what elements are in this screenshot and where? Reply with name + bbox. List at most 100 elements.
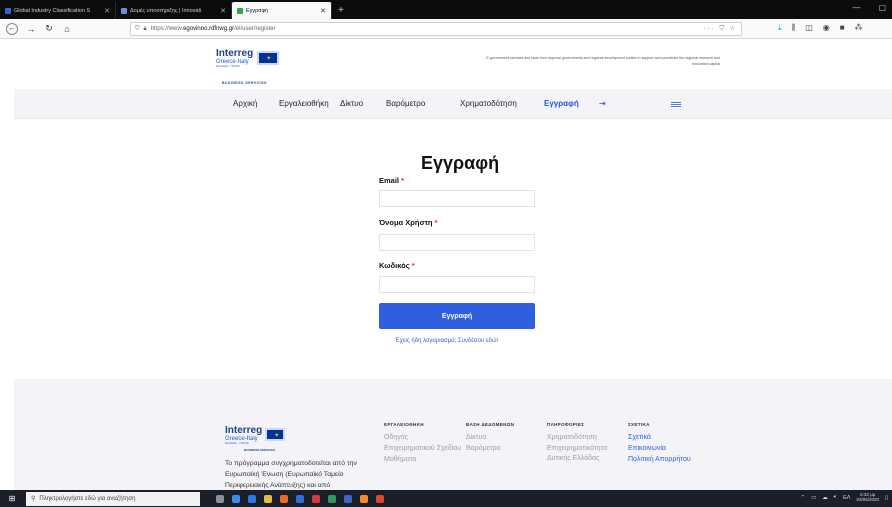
logo-small: ΕΛΛΑΔΑ · ΙΤΑΛΙΑ <box>216 64 240 68</box>
register-button[interactable]: Εγγραφή <box>379 303 535 329</box>
app-icon[interactable] <box>232 494 240 503</box>
page-actions[interactable]: ··· ⛉ ☆ <box>704 25 737 33</box>
browser-tab-register[interactable]: Εγγραφή ✕ <box>232 2 332 19</box>
sidebar-icon[interactable]: ◫ <box>805 23 813 33</box>
interreg-logo[interactable]: Interreg Greece-Italy ΕΛΛΑΔΑ · ΙΤΑΛΙΑ <box>216 49 280 68</box>
shield-icon[interactable]: ⛉ <box>135 26 140 33</box>
footer-interreg-logo[interactable]: Interreg Greece-Italy ΕΛΛΑΔΑ · ΙΤΑΛΙΑ <box>225 426 286 445</box>
windows-start-icon[interactable]: ⊞ <box>4 494 20 503</box>
file-explorer-icon[interactable] <box>264 494 272 503</box>
menu-item-toolbox[interactable]: Εργαλειοθήκη <box>279 99 329 108</box>
web-page: Interreg Greece-Italy ΕΛΛΑΔΑ · ΙΤΑΛΙΑ BU… <box>14 40 892 490</box>
tab-close-icon[interactable]: ✕ <box>104 7 110 15</box>
browser-tab-gics[interactable]: Global Industry Classification S ✕ <box>0 2 116 19</box>
download-icon[interactable]: ⤓ <box>778 23 782 33</box>
new-tab-icon[interactable]: + <box>338 2 344 19</box>
register-favicon-icon <box>237 7 243 14</box>
email-label: Email * <box>379 176 404 185</box>
logo-business-services: BUSINESS SERVICES <box>222 81 268 85</box>
back-arrow-icon[interactable]: ← <box>6 22 18 35</box>
greek-flag-icon[interactable] <box>671 102 681 108</box>
gics-favicon-icon <box>5 7 11 14</box>
tab-close-icon[interactable]: ✕ <box>320 7 326 15</box>
username-field[interactable] <box>379 234 535 251</box>
taskbar-apps <box>216 494 384 503</box>
footer-link[interactable]: Δίκτυο <box>466 433 540 443</box>
notification-icon[interactable]: ▯ <box>885 495 888 501</box>
login-icon[interactable]: ⇥ <box>599 99 606 108</box>
app-icon[interactable] <box>296 494 304 503</box>
app-icon[interactable] <box>312 494 320 503</box>
browser-tab-bar: Global Industry Classification S ✕ Δομές… <box>0 0 892 19</box>
language-indicator[interactable]: ΕΛ <box>843 495 850 501</box>
footer-heading: ΕΡΓΑΛΕΙΟΘΗΚΗ <box>384 422 424 427</box>
url-bar[interactable]: ⛉ 🔒︎ https://www.egovinno.rdfnwg.gr/el/u… <box>130 22 742 36</box>
footer-link[interactable]: Οδηγός <box>384 433 464 443</box>
browser-nav-bar: ← → ↻ ⌂ ⛉ 🔒︎ https://www.egovinno.rdfnwg… <box>0 19 892 39</box>
taskbar-search-placeholder: Πληκτρολογήστε εδώ για αναζήτηση <box>39 495 136 502</box>
url-text: https://www.egovinno.rdfnwg.gr/el/user/r… <box>151 26 276 32</box>
logo-business-services: BUSINESS SERVICES <box>244 448 276 452</box>
email-label-text: Email <box>379 176 400 185</box>
maximize-icon[interactable]: ▢ <box>878 3 886 12</box>
app-icon[interactable] <box>328 494 336 503</box>
site-footer: Interreg Greece-Italy ΕΛΛΑΔΑ · ΙΤΑΛΙΑ BU… <box>14 379 892 490</box>
clock[interactable]: 5:32 μμ 03/06/2020 <box>856 492 879 503</box>
app-icon[interactable] <box>280 494 288 503</box>
app-icon[interactable] <box>376 494 384 503</box>
site-header: Interreg Greece-Italy ΕΛΛΑΔΑ · ΙΤΑΛΙΑ BU… <box>14 40 892 88</box>
menu-item-barometer[interactable]: Βαρόμετρο <box>386 99 425 108</box>
edge-icon[interactable] <box>248 494 256 503</box>
forward-arrow-icon[interactable]: → <box>26 24 36 34</box>
extension-icon[interactable]: ■ <box>840 23 845 33</box>
login-link[interactable]: Έχεις ήδη λογαριασμό; Συνδέσου εδώ! <box>395 338 498 344</box>
tab-label: Δομές υποστήριξης | Innovati <box>130 7 202 14</box>
footer-link[interactable]: Σχετικά <box>628 433 692 443</box>
task-view-icon[interactable] <box>216 494 224 503</box>
url-host: egovinno.rdfnwg.gr <box>183 26 235 32</box>
app-icon[interactable] <box>344 494 352 503</box>
minimize-icon[interactable]: — <box>852 3 860 12</box>
username-label-text: Όνομα Χρήστη <box>379 218 433 227</box>
footer-link[interactable]: Επικοινωνία <box>628 444 692 454</box>
footer-link[interactable]: Πολιτική Απορρήτου <box>628 455 692 465</box>
footer-link[interactable]: Επιχειρηματικότητα Δυτικής Ελλάδας <box>547 444 629 464</box>
firefox-icon[interactable] <box>360 494 368 503</box>
taskbar-search[interactable]: ⚲ Πληκτρολογήστε εδώ για αναζήτηση <box>26 491 200 506</box>
tab-close-icon[interactable]: ✕ <box>220 7 226 15</box>
email-field[interactable] <box>379 190 535 207</box>
network-icon[interactable]: ▭ <box>811 495 816 501</box>
clock-date: 03/06/2020 <box>856 496 879 502</box>
username-label: Όνομα Χρήστη * <box>379 218 438 227</box>
footer-link[interactable]: Μαθήματα <box>384 455 464 465</box>
password-field[interactable] <box>379 276 535 293</box>
logo-text: Interreg Greece-Italy ΕΛΛΑΔΑ · ΙΤΑΛΙΑ <box>216 49 253 68</box>
eu-flag-icon <box>257 51 280 65</box>
browser-tab-innovation[interactable]: Δομές υποστήριξης | Innovati ✕ <box>116 2 232 19</box>
extension-icon[interactable]: ⁂ <box>855 23 863 33</box>
footer-link[interactable]: Επιχειρηματικού Σχεδίου <box>384 444 464 454</box>
menu-item-network[interactable]: Δίκτυο <box>340 99 363 108</box>
home-icon[interactable]: ⌂ <box>62 24 72 34</box>
menu-item-home[interactable]: Αρχική <box>233 99 257 108</box>
tab-label: Global Industry Classification S <box>14 7 91 14</box>
logo-interreg: Interreg <box>225 425 263 436</box>
reload-icon[interactable]: ↻ <box>44 23 54 34</box>
lock-icon[interactable]: 🔒︎ <box>144 26 147 33</box>
menu-item-register[interactable]: Εγγραφή <box>544 99 579 108</box>
extension-icon[interactable]: ◉ <box>823 23 830 33</box>
menu-item-funding[interactable]: Χρηματοδότηση <box>460 99 517 108</box>
required-mark: * <box>401 176 405 185</box>
volume-icon[interactable]: 🔈︎ <box>834 494 837 501</box>
site-tagline: E-government services and tools from reg… <box>486 56 720 66</box>
footer-link[interactable]: Βαρόμετρο <box>466 444 540 454</box>
footer-link[interactable]: Χρηματοδότηση <box>547 433 629 443</box>
library-icon[interactable]: ⫼ <box>792 23 796 33</box>
cloud-icon[interactable]: ☁ <box>822 495 828 501</box>
chevron-up-icon[interactable]: ⌃ <box>800 495 805 501</box>
logo-text: Interreg Greece-Italy ΕΛΛΑΔΑ · ΙΤΑΛΙΑ <box>225 426 262 445</box>
page-title: Εγγραφή <box>421 153 500 173</box>
eu-flag-icon <box>265 428 286 441</box>
footer-col-toolbox: ΕΡΓΑΛΕΙΟΘΗΚΗ Οδηγός Επιχειρηματικού Σχεδ… <box>384 422 464 466</box>
os-taskbar: ⊞ ⚲ Πληκτρολογήστε εδώ για αναζήτηση ⌃ ▭… <box>0 490 892 507</box>
